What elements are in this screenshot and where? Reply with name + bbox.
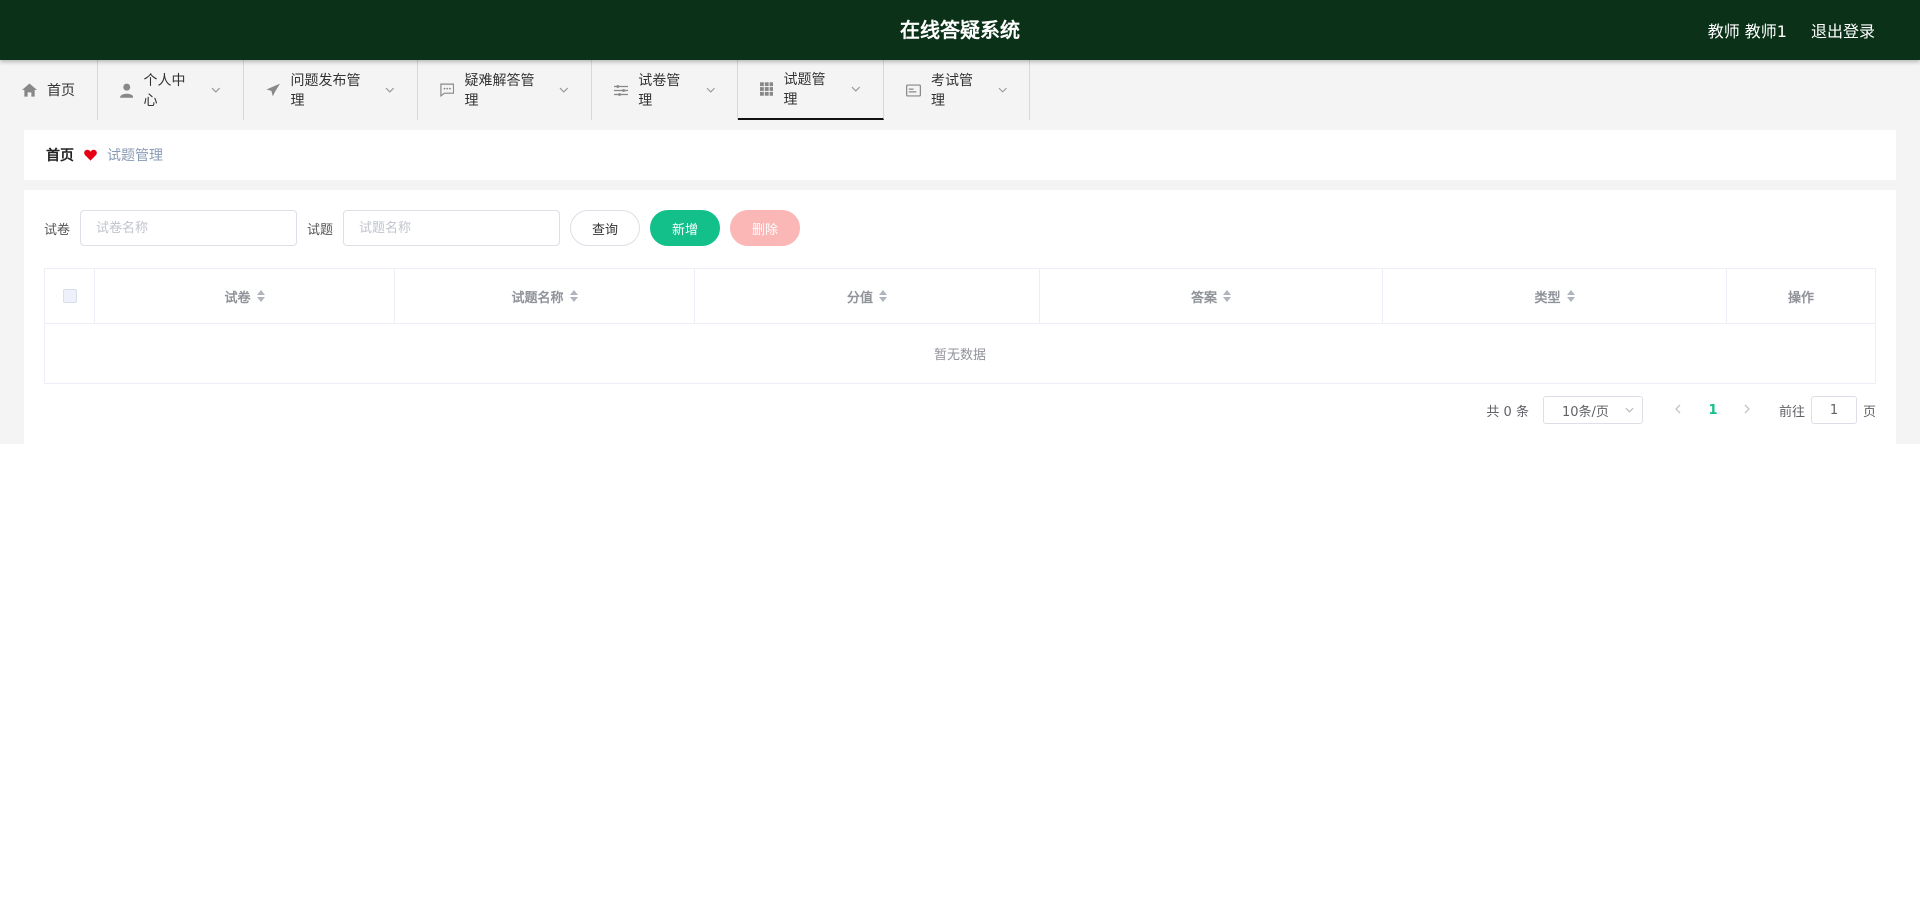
nav-label: 考试管理 (931, 73, 974, 109)
select-all-cell (45, 269, 95, 323)
sort-icon[interactable] (1223, 290, 1231, 302)
heart-icon (84, 149, 97, 161)
top-header: 在线答疑系统 教师 教师1 退出登录 (0, 0, 1920, 60)
home-icon (22, 83, 37, 97)
grid-icon (760, 82, 774, 96)
user-icon (120, 83, 134, 98)
nav-label: 试卷管理 (638, 73, 681, 109)
column-label: 答案 (1190, 290, 1217, 306)
column-header-answer[interactable]: 答案 (1040, 269, 1383, 323)
column-header-paper[interactable]: 试卷 (95, 269, 395, 323)
page-number[interactable]: 1 (1693, 403, 1733, 418)
nav-label: 疑难解答管理 (464, 73, 535, 109)
prev-page-button[interactable] (1663, 403, 1693, 418)
breadcrumb-home[interactable]: 首页 (46, 145, 74, 165)
empty-placeholder: 暂无数据 (933, 348, 986, 363)
question-label: 试题 (307, 222, 334, 238)
nav-label: 个人中心 (143, 73, 186, 109)
chevron-down-icon (998, 87, 1007, 93)
main-nav: 首页 个人中心 问题发布管理 疑难解答管理 试卷管理 试题管理 考试管理 (0, 60, 1920, 120)
chevron-down-icon (851, 86, 861, 92)
nav-item-question-management[interactable]: 试题管理 (738, 60, 884, 120)
chat-icon (440, 83, 455, 97)
column-label: 试卷 (224, 290, 251, 306)
question-search-input[interactable] (343, 210, 561, 246)
column-header-score[interactable]: 分值 (695, 269, 1040, 323)
column-label: 类型 (1534, 290, 1561, 306)
nav-item-home[interactable]: 首页 (0, 60, 98, 120)
nav-item-question-publish[interactable]: 问题发布管理 (244, 60, 418, 120)
select-all-checkbox[interactable] (62, 289, 77, 303)
nav-item-paper-management[interactable]: 试卷管理 (592, 60, 738, 120)
id-card-icon (906, 83, 921, 97)
nav-label: 首页 (47, 83, 75, 99)
column-label: 试题名称 (511, 290, 564, 306)
send-icon (266, 83, 281, 97)
add-button[interactable]: 新增 (650, 210, 721, 246)
next-page-button[interactable] (1733, 403, 1763, 418)
sort-icon[interactable] (569, 290, 578, 302)
chevron-down-icon (559, 87, 569, 93)
column-label: 分值 (846, 290, 873, 306)
nav-item-personal-center[interactable]: 个人中心 (98, 60, 244, 120)
app-title: 在线答疑系统 (900, 18, 1020, 42)
main-panel: 试卷 试题 查询 新增 删除 试卷 试题名称 分值 答案 (24, 190, 1896, 445)
chevron-right-icon (1745, 404, 1751, 413)
column-header-actions: 操作 (1727, 269, 1875, 323)
column-label: 操作 (1787, 290, 1814, 306)
column-header-type[interactable]: 类型 (1383, 269, 1727, 323)
column-header-question-name[interactable]: 试题名称 (395, 269, 695, 323)
nav-label: 问题发布管理 (290, 73, 361, 109)
chevron-down-icon (211, 87, 221, 93)
goto-suffix: 页 (1862, 404, 1876, 420)
goto-label: 前往 (1778, 404, 1805, 420)
total-count: 共 0 条 (1486, 404, 1529, 420)
chevron-down-icon (1625, 407, 1634, 413)
goto-page-input[interactable] (1810, 396, 1857, 424)
paper-label: 试卷 (44, 222, 71, 238)
table-header: 试卷 试题名称 分值 答案 类型 操作 (45, 269, 1875, 324)
breadcrumb-current: 试题管理 (107, 148, 163, 164)
current-user: 教师 教师1 (1707, 22, 1787, 41)
sliders-icon (614, 84, 629, 96)
delete-button[interactable]: 删除 (730, 210, 801, 246)
page-size-value: 10条/页 (1561, 404, 1609, 420)
page-size-select[interactable]: 10条/页 (1542, 396, 1643, 424)
chevron-down-icon (706, 87, 715, 93)
sort-icon[interactable] (879, 290, 887, 302)
logout-link[interactable]: 退出登录 (1811, 18, 1875, 42)
goto-page: 前往 页 (1779, 396, 1876, 424)
pagination: 共 0 条 10条/页 1 前往 页 (1486, 396, 1876, 424)
search-bar: 试卷 试题 查询 新增 删除 (44, 210, 801, 246)
nav-item-answer-management[interactable]: 疑难解答管理 (418, 60, 592, 120)
nav-item-exam-management[interactable]: 考试管理 (884, 60, 1030, 120)
question-table: 试卷 试题名称 分值 答案 类型 操作 暂无数据 (44, 268, 1876, 384)
chevron-left-icon (1675, 404, 1681, 413)
chevron-down-icon (385, 87, 395, 93)
paper-search-input[interactable] (80, 210, 298, 246)
user-area: 教师 教师1 退出登录 (1708, 0, 1875, 60)
sort-icon[interactable] (1566, 290, 1575, 302)
nav-label: 试题管理 (783, 72, 826, 108)
breadcrumb: 首页 试题管理 (24, 130, 1896, 180)
query-button[interactable]: 查询 (570, 210, 641, 246)
sort-icon[interactable] (256, 290, 265, 302)
